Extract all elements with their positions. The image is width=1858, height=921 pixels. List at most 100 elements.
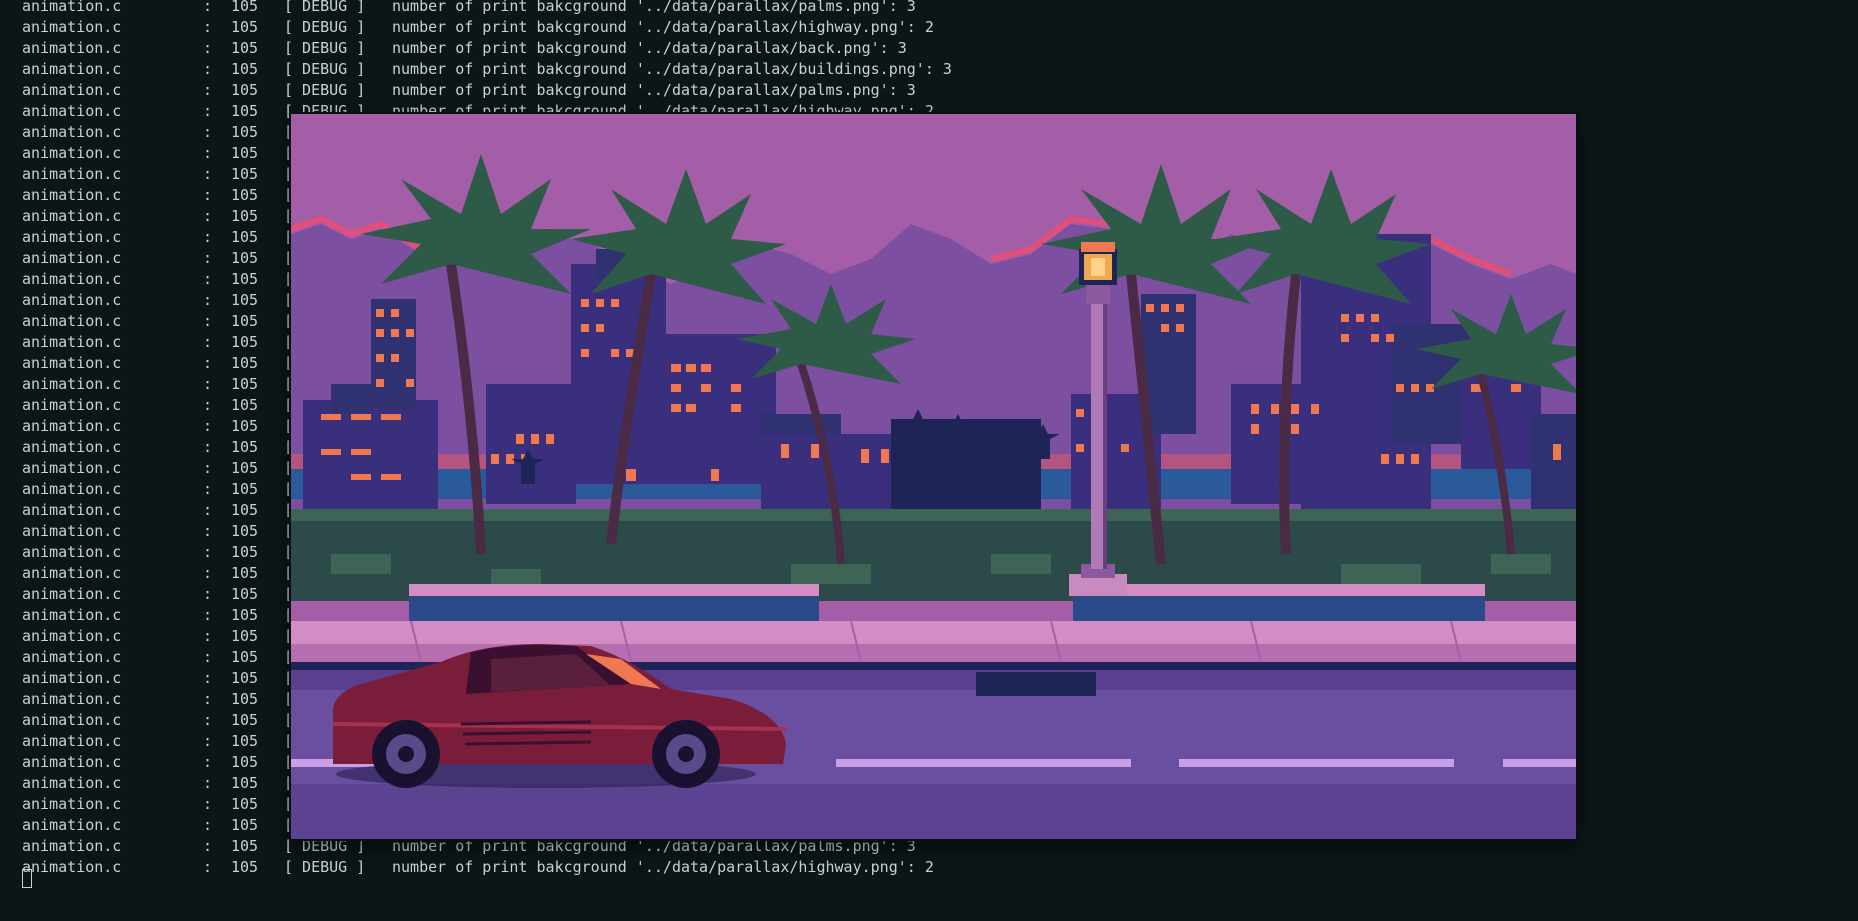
log-line-number: 105: [231, 816, 259, 834]
log-file: animation.c: [22, 522, 122, 540]
log-message: number of print bakcground '../data/para…: [392, 39, 907, 57]
log-level: [ DEBUG ]: [284, 858, 366, 876]
log-file: animation.c: [22, 543, 122, 561]
log-separator: :: [203, 816, 213, 834]
log-line-number: 105: [231, 774, 259, 792]
log-file: animation.c: [22, 837, 122, 855]
log-file: animation.c: [22, 144, 122, 162]
log-line-number: 105: [231, 606, 259, 624]
log-file: animation.c: [22, 417, 122, 435]
log-separator: :: [203, 270, 213, 288]
log-separator: :: [203, 606, 213, 624]
log-line-number: 105: [231, 60, 259, 78]
log-level: [ DEBUG ]: [284, 0, 366, 15]
log-separator: :: [203, 648, 213, 666]
log-line-number: 105: [231, 543, 259, 561]
log-separator: :: [203, 627, 213, 645]
game-canvas: [291, 114, 1576, 839]
log-file: animation.c: [22, 753, 122, 771]
log-separator: :: [203, 18, 213, 36]
log-separator: :: [203, 774, 213, 792]
game-window[interactable]: [291, 114, 1576, 839]
log-separator: :: [203, 39, 213, 57]
log-line-number: 105: [231, 375, 259, 393]
log-separator: :: [203, 249, 213, 267]
terminal-cursor: [22, 869, 32, 888]
log-separator: :: [203, 81, 213, 99]
log-line-number: 105: [231, 144, 259, 162]
log-file: animation.c: [22, 774, 122, 792]
log-separator: :: [203, 291, 213, 309]
log-separator: :: [203, 480, 213, 498]
log-separator: :: [203, 669, 213, 687]
log-file: animation.c: [22, 669, 122, 687]
log-line-number: 105: [231, 480, 259, 498]
log-line-number: 105: [231, 102, 259, 120]
log-message: number of print bakcground '../data/para…: [392, 81, 916, 99]
log-line-number: 105: [231, 249, 259, 267]
log-line-number: 105: [231, 858, 259, 876]
log-line-number: 105: [231, 690, 259, 708]
log-line: animation.c:105 [ DEBUG ] number of print …: [0, 80, 1000, 101]
log-separator: :: [203, 543, 213, 561]
log-level: [ DEBUG ]: [284, 18, 366, 36]
log-level: [ DEBUG ]: [284, 39, 366, 57]
log-file: animation.c: [22, 375, 122, 393]
log-file: animation.c: [22, 585, 122, 603]
log-line-number: 105: [231, 354, 259, 372]
log-line-number: 105: [231, 417, 259, 435]
log-file: animation.c: [22, 18, 122, 36]
log-file: animation.c: [22, 39, 122, 57]
log-separator: :: [203, 564, 213, 582]
log-line-number: 105: [231, 0, 259, 15]
log-message: number of print bakcground '../data/para…: [392, 60, 952, 78]
log-line-number: 105: [231, 270, 259, 288]
log-line-number: 105: [231, 669, 259, 687]
log-line-number: 105: [231, 711, 259, 729]
log-line-number: 105: [231, 438, 259, 456]
log-separator: :: [203, 459, 213, 477]
log-file: animation.c: [22, 270, 122, 288]
log-line-number: 105: [231, 732, 259, 750]
log-file: animation.c: [22, 0, 122, 15]
log-separator: :: [203, 0, 213, 15]
log-file: animation.c: [22, 60, 122, 78]
log-line-number: 105: [231, 585, 259, 603]
log-separator: :: [203, 396, 213, 414]
log-file: animation.c: [22, 228, 122, 246]
log-file: animation.c: [22, 732, 122, 750]
log-file: animation.c: [22, 501, 122, 519]
planter-right: [1073, 584, 1485, 621]
log-file: animation.c: [22, 795, 122, 813]
log-separator: :: [203, 585, 213, 603]
log-file: animation.c: [22, 165, 122, 183]
log-line: animation.c:105 [ DEBUG ] number of print …: [0, 857, 1000, 878]
log-line-number: 105: [231, 627, 259, 645]
log-line-number: 105: [231, 333, 259, 351]
log-separator: :: [203, 333, 213, 351]
log-file: animation.c: [22, 207, 122, 225]
log-file: animation.c: [22, 102, 122, 120]
log-line-number: 105: [231, 81, 259, 99]
log-file: animation.c: [22, 816, 122, 834]
log-separator: :: [203, 690, 213, 708]
log-separator: :: [203, 207, 213, 225]
log-line-number: 105: [231, 39, 259, 57]
log-message: number of print bakcground '../data/para…: [392, 0, 916, 15]
log-separator: :: [203, 795, 213, 813]
log-line-number: 105: [231, 459, 259, 477]
log-line-number: 105: [231, 186, 259, 204]
log-line-number: 105: [231, 564, 259, 582]
log-separator: :: [203, 417, 213, 435]
log-file: animation.c: [22, 249, 122, 267]
log-separator: :: [203, 732, 213, 750]
log-line-number: 105: [231, 753, 259, 771]
log-message: number of print bakcground '../data/para…: [392, 858, 934, 876]
log-line-number: 105: [231, 837, 259, 855]
log-file: animation.c: [22, 291, 122, 309]
log-line: animation.c:105 [ DEBUG ] number of print …: [0, 836, 1000, 857]
log-file: animation.c: [22, 690, 122, 708]
log-level: [ DEBUG ]: [284, 60, 366, 78]
log-separator: :: [203, 228, 213, 246]
log-line-number: 105: [231, 312, 259, 330]
